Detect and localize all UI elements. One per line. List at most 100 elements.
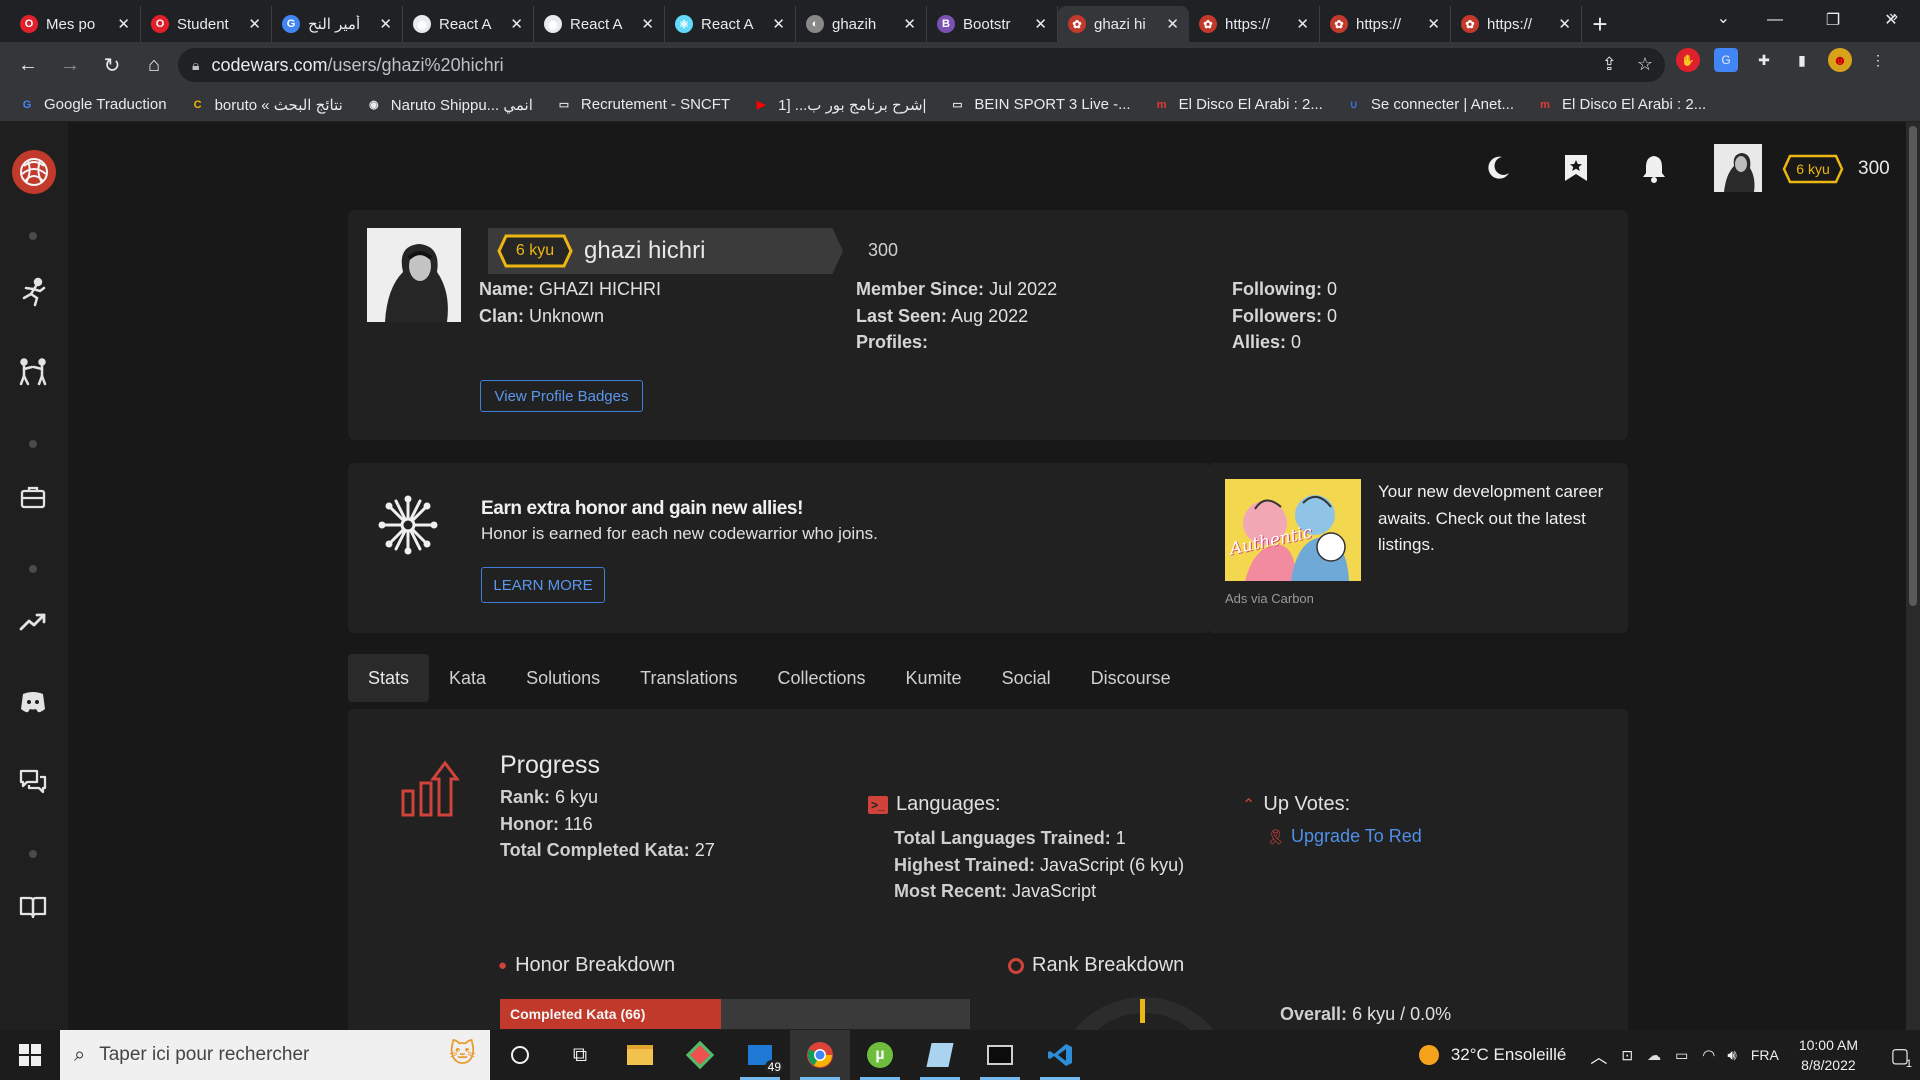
tab-close-icon[interactable]: ✕ (379, 15, 392, 33)
bookmark-item[interactable]: ▭ Recrutement - SNCFT (555, 96, 730, 114)
utorrent-icon[interactable]: µ (850, 1030, 910, 1080)
profile-tab-kata[interactable]: Kata (429, 654, 506, 702)
bookmark-item[interactable]: ▶ شرح برنامج بور ب... [1| (752, 96, 927, 114)
back-button[interactable]: ← (8, 45, 48, 85)
wifi-icon[interactable]: ◠ (1702, 1046, 1715, 1064)
docs-book-icon[interactable] (18, 892, 48, 922)
profile-tab-discourse[interactable]: Discourse (1071, 654, 1191, 702)
forum-chat-icon[interactable] (18, 767, 48, 797)
notepad-app-icon[interactable] (910, 1030, 970, 1080)
terminal-taskbar-icon[interactable] (970, 1030, 1030, 1080)
meet-now-icon[interactable]: ⊡ (1621, 1047, 1633, 1064)
tab-close-icon[interactable]: ✕ (1296, 15, 1309, 33)
codewars-logo-icon[interactable] (12, 150, 56, 194)
browser-tab[interactable]: ⚛ React A ✕ (665, 6, 796, 42)
home-button[interactable]: ⌂ (134, 45, 174, 85)
tray-chevron-icon[interactable]: ︿ (1590, 1043, 1607, 1068)
bookmark-item[interactable]: ◉ Naruto Shippu... انمي (365, 96, 533, 114)
kumite-fight-icon[interactable] (18, 357, 48, 387)
browser-tab[interactable]: G أمير النح ✕ (272, 6, 403, 42)
restore-button[interactable]: ❐ (1804, 0, 1862, 40)
notifications-bell-icon[interactable] (1638, 152, 1670, 184)
profile-tab-kumite[interactable]: Kumite (886, 654, 982, 702)
weather-text[interactable]: 32°C Ensoleillé (1451, 1045, 1566, 1065)
practice-icon[interactable] (18, 277, 48, 307)
git-icon[interactable] (670, 1030, 730, 1080)
tab-search-icon[interactable]: ⌄ (1717, 8, 1730, 28)
jobs-briefcase-icon[interactable] (18, 482, 48, 512)
profile-tab-social[interactable]: Social (982, 654, 1071, 702)
side-panel-icon[interactable]: ▮ (1790, 48, 1814, 72)
user-avatar[interactable] (1714, 144, 1762, 192)
bookmark-item[interactable]: G Google Traduction (18, 96, 167, 114)
tab-close-icon[interactable]: ✕ (903, 15, 916, 33)
scrollbar-thumb[interactable] (1909, 126, 1917, 606)
taskbar-search-box[interactable]: ⌕ Taper ici pour rechercher 🐱︎ (60, 1030, 490, 1080)
tab-close-icon[interactable]: ✕ (641, 15, 654, 33)
browser-tab[interactable]: O Student ✕ (141, 6, 272, 42)
tab-close-icon[interactable]: ✕ (1166, 15, 1179, 33)
leaderboard-trending-icon[interactable] (18, 607, 48, 637)
forward-button[interactable]: → (50, 45, 90, 85)
adblock-extension-icon[interactable]: ✋ (1676, 48, 1700, 72)
file-explorer-icon[interactable] (610, 1030, 670, 1080)
translate-extension-icon[interactable]: G (1714, 48, 1738, 72)
input-language[interactable]: FRA (1751, 1047, 1779, 1063)
task-view-icon[interactable]: ⧉ (550, 1030, 610, 1080)
browser-tab[interactable]: ✿ https:// ✕ (1189, 6, 1320, 42)
bookmark-item[interactable]: m El Disco El Arabi : 2... (1536, 96, 1706, 114)
upgrade-to-red-link[interactable]: Upgrade To Red (1291, 826, 1422, 847)
bookmark-item[interactable]: ▭ BEIN SPORT 3 Live -... (948, 96, 1130, 114)
tab-close-icon[interactable]: ✕ (1558, 15, 1571, 33)
profile-tab-solutions[interactable]: Solutions (506, 654, 620, 702)
bookmark-star-icon[interactable]: ☆ (1637, 54, 1653, 75)
mail-app-icon[interactable]: 49 (730, 1030, 790, 1080)
volume-icon[interactable]: 🔊︎ (1727, 1047, 1736, 1064)
browser-tab[interactable]: ✿ ghazi hi ✕ (1058, 6, 1189, 42)
header-rank-badge[interactable]: 6 kyu (1782, 154, 1844, 184)
browser-tab[interactable]: ✿ https:// ✕ (1451, 6, 1582, 42)
puzzle-extensions-icon[interactable]: ✚ (1752, 48, 1776, 72)
dark-mode-moon-icon[interactable] (1482, 152, 1514, 184)
tab-close-icon[interactable]: ✕ (117, 15, 130, 33)
bookmarks-icon[interactable] (1560, 152, 1592, 184)
bookmarks-overflow-icon[interactable]: » (1889, 8, 1898, 26)
clock[interactable]: 10:00 AM 8/8/2022 (1799, 1035, 1858, 1075)
chrome-taskbar-icon[interactable] (790, 1030, 850, 1080)
view-profile-badges-button[interactable]: View Profile Badges (480, 380, 643, 412)
share-icon[interactable]: ⇪ (1602, 54, 1617, 75)
notifications-center-icon[interactable]: ▢ 1 (1880, 1030, 1920, 1080)
new-tab-button[interactable]: + (1582, 6, 1618, 42)
tab-close-icon[interactable]: ✕ (1427, 15, 1440, 33)
vscode-icon[interactable] (1030, 1030, 1090, 1080)
browser-tab[interactable]: ◉ React A ✕ (534, 6, 665, 42)
tab-close-icon[interactable]: ✕ (510, 15, 523, 33)
browser-tab[interactable]: ◉ React A ✕ (403, 6, 534, 42)
tab-close-icon[interactable]: ✕ (772, 15, 785, 33)
browser-tab[interactable]: ✿ https:// ✕ (1320, 6, 1451, 42)
address-bar[interactable]: 🔒︎ codewars.com/users/ghazi%20hichri ⇪ ☆ (178, 48, 1665, 82)
battery-icon[interactable]: ▭ (1675, 1047, 1688, 1064)
page-scrollbar[interactable] (1906, 122, 1920, 1030)
bookmark-item[interactable]: Cboruto « نتائج البحث (189, 96, 343, 114)
discord-icon[interactable] (18, 687, 48, 717)
browser-tab[interactable]: O Mes po ✕ (10, 6, 141, 42)
cortana-circle-icon[interactable] (490, 1030, 550, 1080)
windows-start-icon[interactable] (0, 1030, 60, 1080)
browser-tab[interactable]: B Bootstr ✕ (927, 6, 1058, 42)
profile-tab-collections[interactable]: Collections (758, 654, 886, 702)
profile-tab-stats[interactable]: Stats (348, 654, 430, 702)
tab-close-icon[interactable]: ✕ (1034, 15, 1047, 33)
ad-image[interactable]: Authentic (1225, 479, 1361, 581)
learn-more-button[interactable]: LEARN MORE (481, 567, 605, 603)
onedrive-icon[interactable]: ☁ (1647, 1047, 1661, 1064)
bookmark-item[interactable]: ∪ Se connecter | Anet... (1345, 96, 1514, 114)
ad-text[interactable]: Your new development career awaits. Chec… (1378, 479, 1616, 559)
minimize-button[interactable]: — (1746, 0, 1804, 40)
reload-button[interactable]: ↻ (92, 45, 132, 85)
browser-tab[interactable]: ◐ ghazih ✕ (796, 6, 927, 42)
ads-via-carbon[interactable]: Ads via Carbon (1225, 591, 1314, 606)
tab-close-icon[interactable]: ✕ (248, 15, 261, 33)
chrome-menu-icon[interactable]: ⋮ (1866, 48, 1890, 72)
profile-avatar-icon[interactable]: ☻ (1828, 48, 1852, 72)
